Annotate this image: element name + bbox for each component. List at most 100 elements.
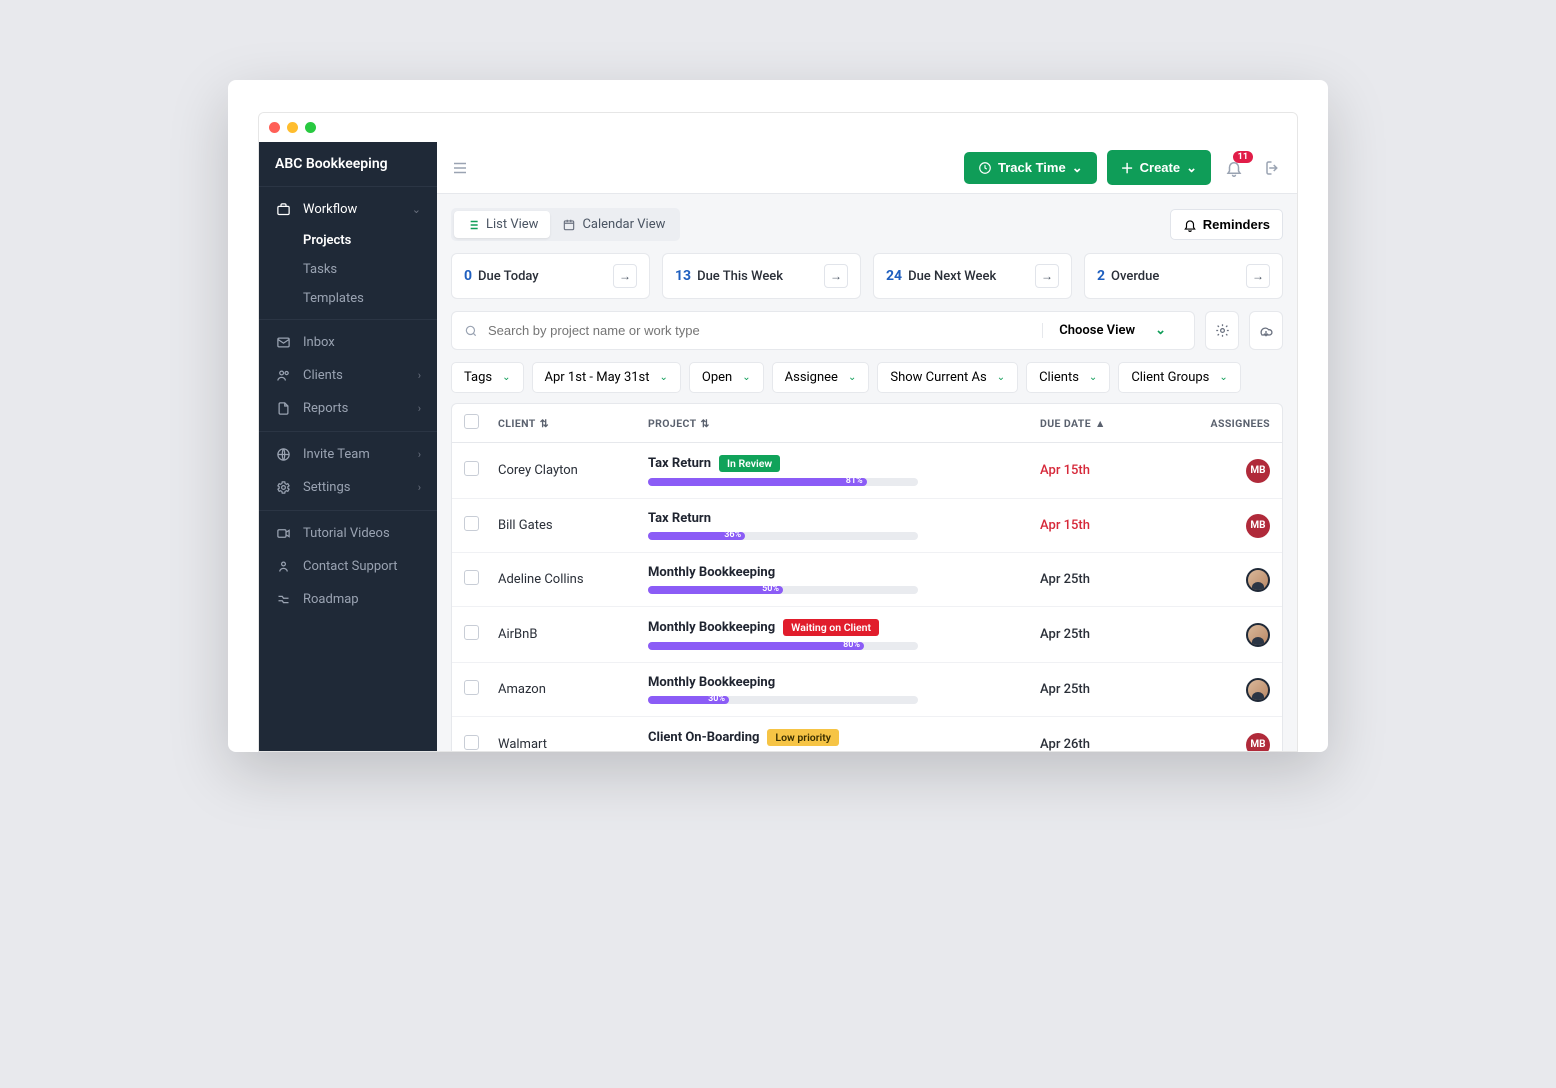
button-label: Create [1140, 160, 1180, 175]
list-icon [466, 218, 480, 232]
sidebar-item-label: Roadmap [303, 592, 421, 607]
row-checkbox[interactable] [464, 680, 479, 695]
table-row[interactable]: Adeline Collins Monthly Bookkeeping 50% … [452, 553, 1282, 607]
summary-card[interactable]: 24 Due Next Week → [873, 253, 1072, 299]
assignee-avatar[interactable] [1246, 623, 1270, 647]
row-checkbox[interactable] [464, 735, 479, 750]
sidebar-item-reports[interactable]: Reports › [259, 392, 437, 425]
brand-title: ABC Bookkeeping [259, 142, 437, 186]
arrow-right-icon[interactable]: → [613, 264, 637, 288]
minimize-window-icon[interactable] [287, 122, 298, 133]
sort-asc-icon: ▲ [1095, 417, 1106, 430]
close-window-icon[interactable] [269, 122, 280, 133]
sidebar-subitem-projects[interactable]: Projects [259, 226, 437, 255]
sidebar-item-roadmap[interactable]: Roadmap [259, 583, 437, 616]
sidebar-item-tutorial[interactable]: Tutorial Videos [259, 517, 437, 550]
cloud-download-button[interactable] [1249, 311, 1283, 350]
calendar-icon [562, 218, 576, 232]
sidebar-item-label: Inbox [303, 335, 421, 350]
track-time-button[interactable]: Track Time ⌄ [964, 152, 1097, 184]
settings-icon-button[interactable] [1205, 311, 1239, 350]
due-date: Apr 15th [1040, 518, 1180, 533]
sidebar-subitem-tasks[interactable]: Tasks [259, 255, 437, 284]
assignee-avatar[interactable] [1246, 678, 1270, 702]
summary-card[interactable]: 2 Overdue → [1084, 253, 1283, 299]
summary-label: Overdue [1111, 269, 1246, 284]
progress-percent: 36% [724, 530, 741, 540]
filter-date-range[interactable]: Apr 1st - May 31st⌄ [532, 362, 681, 393]
chevron-right-icon: › [418, 448, 421, 461]
column-header-due-date[interactable]: DUE DATE ▲ [1040, 417, 1180, 430]
summary-label: Due Today [478, 269, 613, 284]
calendar-view-tab[interactable]: Calendar View [550, 211, 677, 238]
column-header-assignees: ASSIGNEES [1180, 417, 1270, 430]
maximize-window-icon[interactable] [305, 122, 316, 133]
sidebar-item-settings[interactable]: Settings › [259, 471, 437, 504]
table-row[interactable]: Bill Gates Tax Return 36% Apr 15th MB [452, 499, 1282, 553]
select-all-checkbox[interactable] [464, 414, 479, 429]
filter-clients[interactable]: Clients⌄ [1026, 362, 1110, 393]
client-name: Adeline Collins [498, 572, 648, 587]
progress-percent: 81% [846, 476, 863, 486]
filter-client-groups[interactable]: Client Groups⌄ [1118, 362, 1240, 393]
summary-count: 13 [675, 268, 691, 284]
table-row[interactable]: AirBnB Monthly Bookkeeping Waiting on Cl… [452, 607, 1282, 663]
clock-icon [978, 161, 992, 175]
filter-assignee[interactable]: Assignee⌄ [772, 362, 870, 393]
assignee-avatar[interactable] [1246, 568, 1270, 592]
reminders-button[interactable]: Reminders [1170, 209, 1283, 240]
assignee-avatar[interactable]: MB [1246, 733, 1270, 752]
gear-icon [1215, 323, 1230, 338]
sidebar-item-workflow[interactable]: Workflow ⌄ [259, 193, 437, 226]
sidebar-item-label: Tutorial Videos [303, 526, 421, 541]
table-row[interactable]: Amazon Monthly Bookkeeping 30% Apr 25th [452, 663, 1282, 717]
row-checkbox[interactable] [464, 570, 479, 585]
status-tag: In Review [719, 455, 780, 472]
summary-card[interactable]: 0 Due Today → [451, 253, 650, 299]
project-title: Monthly Bookkeeping [648, 620, 775, 635]
project-title: Monthly Bookkeeping [648, 565, 775, 580]
summary-card[interactable]: 13 Due This Week → [662, 253, 861, 299]
table-row[interactable]: Walmart Client On-Boarding Low priority … [452, 717, 1282, 751]
arrow-right-icon[interactable]: → [1246, 264, 1270, 288]
progress-bar: 80% [648, 642, 918, 650]
row-checkbox[interactable] [464, 461, 479, 476]
sidebar-item-label: Workflow [303, 202, 400, 217]
client-name: Bill Gates [498, 518, 648, 533]
sidebar-item-clients[interactable]: Clients › [259, 359, 437, 392]
file-icon [275, 401, 291, 416]
due-date: Apr 25th [1040, 682, 1180, 697]
chevron-down-icon: ⌄ [742, 372, 750, 383]
assignee-avatar[interactable]: MB [1246, 459, 1270, 483]
sidebar-subitem-templates[interactable]: Templates [259, 284, 437, 313]
filter-status[interactable]: Open⌄ [689, 362, 764, 393]
filter-tags[interactable]: Tags⌄ [451, 362, 524, 393]
menu-toggle-icon[interactable] [451, 159, 469, 177]
chevron-down-icon: ⌄ [1072, 160, 1083, 176]
notifications-button[interactable]: 11 [1221, 155, 1247, 181]
gear-icon [275, 480, 291, 495]
sidebar-item-invite[interactable]: Invite Team › [259, 438, 437, 471]
progress-percent: 30% [708, 694, 725, 704]
create-button[interactable]: ＋ Create ⌄ [1107, 150, 1211, 185]
row-checkbox[interactable] [464, 516, 479, 531]
column-header-project[interactable]: PROJECT ⇅ [648, 417, 1040, 430]
table-row[interactable]: Corey Clayton Tax Return In Review 81% A… [452, 443, 1282, 499]
list-view-tab[interactable]: List View [454, 211, 550, 238]
sidebar-item-inbox[interactable]: Inbox [259, 326, 437, 359]
filter-show-as[interactable]: Show Current As⌄ [877, 362, 1018, 393]
chevron-down-icon: ⌄ [997, 372, 1005, 383]
logout-button[interactable] [1257, 155, 1283, 181]
search-input[interactable] [488, 312, 1032, 349]
choose-view-dropdown[interactable]: Choose View ⌄ [1042, 323, 1182, 338]
chevron-down-icon: ⌄ [1219, 372, 1227, 383]
progress-bar: 36% [648, 532, 918, 540]
column-header-client[interactable]: CLIENT ⇅ [498, 417, 648, 430]
button-label: Track Time [998, 160, 1066, 175]
row-checkbox[interactable] [464, 625, 479, 640]
arrow-right-icon[interactable]: → [1035, 264, 1059, 288]
arrow-right-icon[interactable]: → [824, 264, 848, 288]
sidebar-item-support[interactable]: Contact Support [259, 550, 437, 583]
assignee-avatar[interactable]: MB [1246, 514, 1270, 538]
progress-percent: 54% [773, 750, 790, 751]
